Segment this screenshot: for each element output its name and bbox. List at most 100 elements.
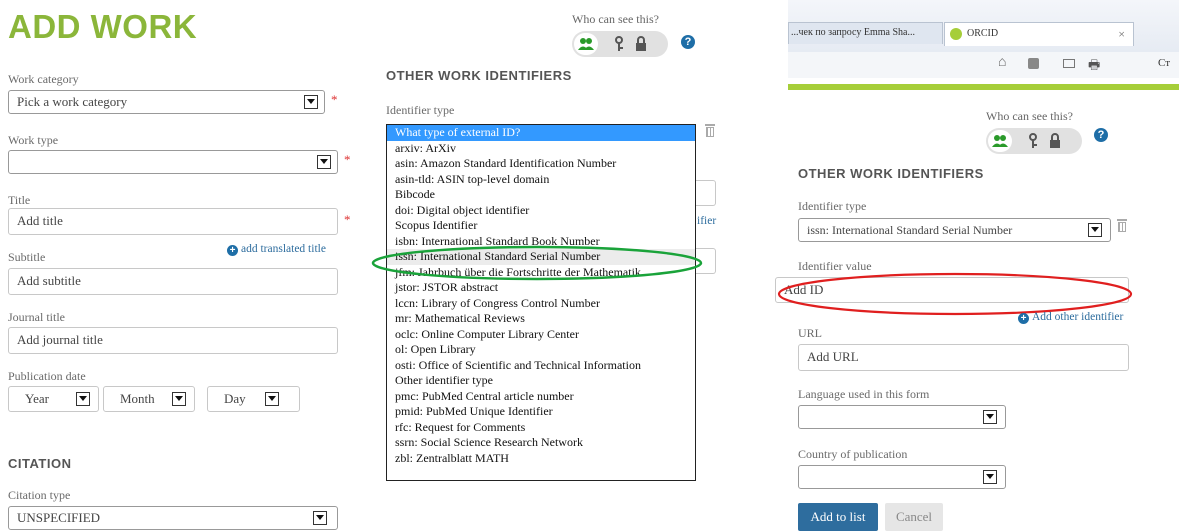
chevron-down-icon — [983, 470, 997, 484]
trash-icon[interactable] — [1117, 219, 1127, 232]
plus-circle-icon: + — [1018, 313, 1029, 324]
home-icon[interactable]: ⌂ — [998, 55, 1006, 71]
key-icon[interactable] — [1024, 132, 1042, 150]
dropdown-option[interactable]: lccn: Library of Congress Control Number — [387, 296, 695, 312]
identifier-type-value: issn: International Standard Serial Numb… — [807, 223, 1013, 237]
dropdown-option[interactable]: rfc: Request for Comments — [387, 420, 695, 436]
browser-tab-active[interactable]: ORCID × — [944, 22, 1134, 46]
dropdown-option[interactable]: osti: Office of Scientific and Technical… — [387, 358, 695, 374]
help-icon[interactable]: ? — [681, 35, 695, 49]
add-to-list-button[interactable]: Add to list — [798, 503, 878, 531]
url-placeholder: Add URL — [807, 349, 859, 364]
browser-chrome: ...чек по запросу Emma Sha... ORCID × ⌂ … — [788, 0, 1179, 90]
dropdown-option[interactable]: Bibcode — [387, 187, 695, 203]
print-icon[interactable]: 🖶 — [1088, 56, 1100, 78]
browser-tab-text: ...чек по запросу Emma Sha... — [791, 27, 915, 38]
chevron-down-icon — [304, 95, 318, 109]
month-select[interactable]: Month — [103, 386, 195, 412]
lock-icon[interactable] — [1046, 132, 1064, 150]
day-select[interactable]: Day — [207, 386, 300, 412]
rss-icon[interactable] — [1028, 58, 1039, 69]
chevron-down-icon — [265, 392, 279, 406]
language-label: Language used in this form — [798, 387, 930, 401]
add-translated-title-link[interactable]: + add translated title — [227, 243, 326, 256]
required-marker: * — [344, 212, 351, 227]
subtitle-placeholder: Add subtitle — [17, 273, 81, 288]
mail-icon[interactable] — [1063, 59, 1075, 68]
identifier-type-select-right[interactable]: issn: International Standard Serial Numb… — [798, 218, 1111, 242]
dropdown-option[interactable]: pmc: PubMed Central article number — [387, 389, 695, 405]
language-select[interactable] — [798, 405, 1006, 429]
identifier-type-label-right: Identifier type — [798, 199, 867, 213]
who-can-see-label-right: Who can see this? — [986, 109, 1073, 123]
work-category-select[interactable]: Pick a work category — [8, 90, 325, 114]
who-can-see-label: Who can see this? — [572, 12, 659, 26]
citation-type-select[interactable]: UNSPECIFIED — [8, 506, 338, 530]
dropdown-option[interactable]: asin: Amazon Standard Identification Num… — [387, 156, 695, 172]
add-translated-title-text: add translated title — [241, 243, 326, 255]
dropdown-option[interactable]: arxiv: ArXiv — [387, 141, 695, 157]
year-select[interactable]: Year — [8, 386, 99, 412]
other-work-identifiers-heading-right: OTHER WORK IDENTIFIERS — [798, 166, 984, 181]
lock-icon[interactable] — [632, 35, 650, 53]
visibility-toggle-right[interactable] — [986, 128, 1082, 154]
required-marker: * — [344, 152, 351, 167]
dropdown-option[interactable]: doi: Digital object identifier — [387, 203, 695, 219]
chevron-down-icon — [76, 392, 90, 406]
trash-icon[interactable] — [705, 124, 715, 137]
chevron-down-icon — [317, 155, 331, 169]
toolbar-partial-text[interactable]: Ст — [1158, 57, 1170, 69]
journal-title-placeholder: Add journal title — [17, 332, 103, 347]
key-icon[interactable] — [610, 35, 628, 53]
dropdown-option[interactable]: oclc: Online Computer Library Center — [387, 327, 695, 343]
url-label: URL — [798, 326, 822, 340]
browser-tab2-text: ORCID — [967, 28, 999, 39]
url-input[interactable]: Add URL — [798, 344, 1129, 371]
dropdown-option[interactable]: Scopus Identifier — [387, 218, 695, 234]
required-marker: * — [331, 92, 338, 107]
page-title: ADD WORK — [8, 8, 198, 45]
work-type-label: Work type — [8, 133, 59, 147]
dropdown-option[interactable]: ssrn: Social Science Research Network — [387, 435, 695, 451]
add-other-identifier-text: Add other identifier — [1032, 311, 1124, 323]
title-label: Title — [8, 193, 31, 207]
chevron-down-icon — [313, 511, 327, 525]
journal-title-input[interactable]: Add journal title — [8, 327, 338, 354]
cancel-button[interactable]: Cancel — [885, 503, 943, 531]
subtitle-input[interactable]: Add subtitle — [8, 268, 338, 295]
month-value: Month — [120, 391, 155, 406]
country-select[interactable] — [798, 465, 1006, 489]
identifier-type-label: Identifier type — [386, 103, 455, 117]
journal-title-label: Journal title — [8, 310, 65, 324]
chevron-down-icon — [1088, 223, 1102, 237]
everyone-icon[interactable] — [991, 132, 1009, 150]
work-type-select[interactable] — [8, 150, 338, 174]
citation-heading: CITATION — [8, 456, 72, 471]
dropdown-option[interactable]: What type of external ID? — [387, 125, 695, 141]
orcid-favicon — [950, 28, 962, 40]
dropdown-option[interactable]: zbl: Zentralblatt MATH — [387, 451, 695, 467]
identifier-type-dropdown-list[interactable]: What type of external ID? arxiv: ArXiv asi… — [386, 124, 696, 481]
help-icon[interactable]: ? — [1094, 128, 1108, 142]
browser-toolbar: ⌂ 🖶 Ст — [788, 52, 1179, 78]
everyone-icon[interactable] — [577, 35, 595, 53]
country-label: Country of publication — [798, 447, 908, 461]
dropdown-option[interactable]: Other identifier type — [387, 373, 695, 389]
add-other-identifier-link[interactable]: + Add other identifier — [1018, 311, 1123, 324]
dropdown-option[interactable]: mr: Mathematical Reviews — [387, 311, 695, 327]
title-input[interactable]: Add title — [8, 208, 338, 235]
visibility-toggle[interactable] — [572, 31, 668, 57]
dropdown-option[interactable]: asin-tld: ASIN top-level domain — [387, 172, 695, 188]
add-other-identifier-partial-link[interactable]: ifier — [697, 215, 716, 227]
chevron-down-icon — [172, 392, 186, 406]
other-work-identifiers-heading: OTHER WORK IDENTIFIERS — [386, 68, 572, 83]
green-annotation-ellipse — [371, 245, 703, 281]
work-category-value: Pick a work category — [17, 94, 128, 109]
browser-tab[interactable]: ...чек по запросу Emma Sha... — [788, 22, 943, 44]
chevron-down-icon — [983, 410, 997, 424]
subtitle-label: Subtitle — [8, 250, 46, 264]
close-icon[interactable]: × — [1118, 23, 1125, 45]
dropdown-option[interactable]: ol: Open Library — [387, 342, 695, 358]
title-placeholder: Add title — [17, 213, 63, 228]
dropdown-option[interactable]: pmid: PubMed Unique Identifier — [387, 404, 695, 420]
